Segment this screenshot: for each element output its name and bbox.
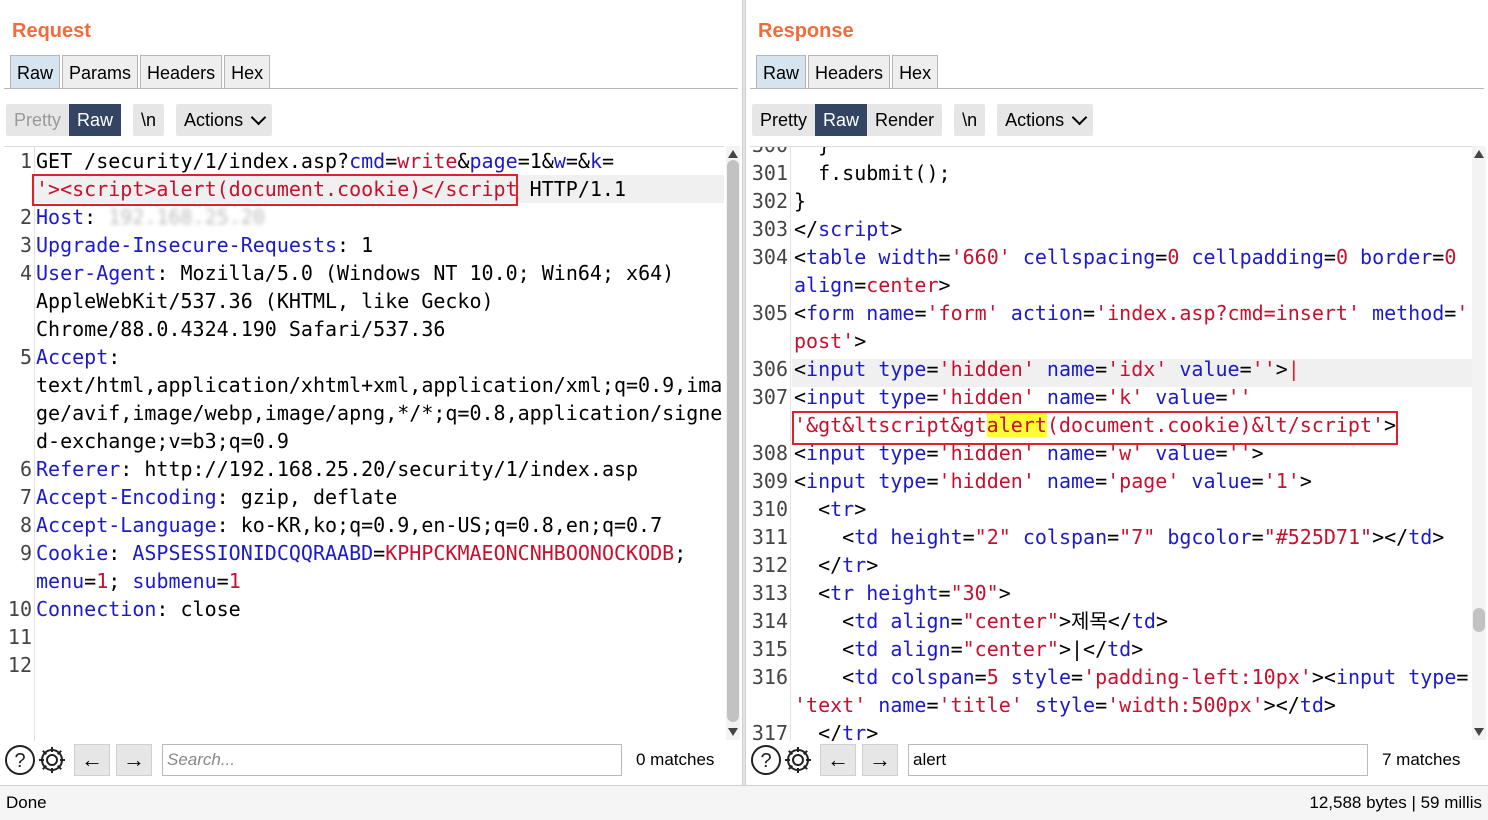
code-line: post'> <box>794 329 867 353</box>
response-newline-button[interactable]: \n <box>954 104 986 136</box>
svg-text:?: ? <box>760 750 771 772</box>
status-bar: Done 12,588 bytes | 59 millis <box>0 785 1488 820</box>
status-text: Done <box>6 793 47 812</box>
response-tabs: Raw Headers Hex <box>756 55 940 89</box>
response-match-count: 7 matches <box>1382 750 1461 769</box>
response-scrollbar[interactable] <box>1472 146 1486 740</box>
request-editor[interactable]: 1 GET /security/1/index.asp?cmd=write&pa… <box>4 146 724 741</box>
help-icon[interactable]: ? <box>750 744 782 776</box>
code-line: } <box>794 189 807 213</box>
scroll-down-icon[interactable] <box>1474 728 1484 736</box>
code-line: <td align="center">제목</td> <box>794 609 1169 633</box>
code-line: <td height="2" colspan="7" bgcolor="#525… <box>794 525 1445 549</box>
code-line: <input type='hidden' name='page' value='… <box>794 469 1312 493</box>
code-line: <td colspan=5 style='padding-left:10px'>… <box>794 665 1469 689</box>
code-line: Referer: http://192.168.25.20/security/1… <box>36 457 639 481</box>
request-pane: Request Raw Params Headers Hex Pretty Ra… <box>0 0 742 785</box>
request-scrollbar[interactable] <box>726 146 740 740</box>
response-search-bar: ? ← → 7 matches <box>750 742 1484 778</box>
response-search-input[interactable] <box>908 744 1368 776</box>
settings-gear-icon[interactable] <box>782 744 814 776</box>
response-pretty-button[interactable]: Pretty <box>752 104 815 136</box>
request-pretty-button[interactable]: Pretty <box>6 104 69 136</box>
arrow-left-icon[interactable]: ← <box>74 744 110 776</box>
request-search-bar: ? ← → 0 matches <box>4 742 738 778</box>
response-stats: 12,588 bytes | 59 millis <box>1309 793 1482 812</box>
code-line: f.submit(); <box>794 161 951 185</box>
scroll-up-icon[interactable] <box>728 150 738 158</box>
code-line: <tr height="30"> <box>794 581 1011 605</box>
code-line: Cookie: ASPSESSIONIDCQQRAABD=KPHPCKMAEON… <box>36 541 687 565</box>
response-pane: Response Raw Headers Hex Pretty Raw Rend… <box>746 0 1488 785</box>
code-line: </tr> <box>794 721 879 741</box>
code-line: GET /security/1/index.asp?cmd=write&page… <box>36 149 615 173</box>
request-tab-params[interactable]: Params <box>62 55 139 89</box>
response-render-button[interactable]: Render <box>867 104 942 136</box>
tab-divider <box>4 88 738 89</box>
response-view-mode: Pretty Raw Render <box>752 104 943 136</box>
code-line: Chrome/88.0.4324.190 Safari/537.36 <box>36 317 446 341</box>
response-actions-button[interactable]: Actions <box>997 104 1094 136</box>
response-tab-headers[interactable]: Headers <box>808 55 891 89</box>
chevron-down-icon <box>250 109 267 125</box>
code-line: d-exchange;v=b3;q=0.9 <box>36 429 289 453</box>
request-title: Request <box>12 20 91 42</box>
code-line: </tr> <box>794 553 879 577</box>
code-line: Accept: <box>36 345 121 369</box>
request-newline-button[interactable]: \n <box>133 104 165 136</box>
code-line: <table width='660' cellspacing=0 cellpad… <box>794 245 1457 269</box>
code-line: 'text' name='title' style='width:500px'>… <box>794 693 1336 717</box>
response-raw-button[interactable]: Raw <box>815 104 868 136</box>
svg-text:?: ? <box>14 750 25 772</box>
settings-gear-icon[interactable] <box>36 744 68 776</box>
code-line: Connection: close <box>36 597 241 621</box>
code-line: Accept-Language: ko-KR,ko;q=0.9,en-US;q=… <box>36 513 663 537</box>
response-tab-raw[interactable]: Raw <box>756 55 807 89</box>
request-tabs: Raw Params Headers Hex <box>10 55 272 89</box>
code-line: <input type='hidden' name='idx' value=''… <box>794 357 1300 381</box>
request-raw-button[interactable]: Raw <box>69 104 122 136</box>
code-line: AppleWebKit/537.36 (KHTML, like Gecko) <box>36 289 494 313</box>
code-line: text/html,application/xhtml+xml,applicat… <box>36 373 723 397</box>
code-line: </script> <box>794 217 903 241</box>
code-line: menu=1; submenu=1 <box>36 569 241 593</box>
request-tab-raw[interactable]: Raw <box>10 55 61 89</box>
response-editor[interactable]: 300 } 301 f.submit(); 302 } 303 </script… <box>750 146 1472 741</box>
chevron-down-icon <box>1071 109 1088 125</box>
code-line: <input type='hidden' name='k' value='' <box>794 385 1252 409</box>
scroll-down-icon[interactable] <box>728 728 738 736</box>
tab-divider <box>750 88 1484 89</box>
request-tab-headers[interactable]: Headers <box>140 55 223 89</box>
code-line: Host: 192.168.25.20 <box>36 205 265 229</box>
arrow-right-icon[interactable]: → <box>862 744 898 776</box>
response-title: Response <box>758 20 854 42</box>
code-line: User-Agent: Mozilla/5.0 (Windows NT 10.0… <box>36 261 675 285</box>
response-tab-hex[interactable]: Hex <box>892 55 939 89</box>
arrow-left-icon[interactable]: ← <box>820 744 856 776</box>
request-search-input[interactable] <box>162 744 622 776</box>
request-actions-label: Actions <box>184 110 244 130</box>
code-line: <form name='form' action='index.asp?cmd=… <box>794 301 1469 325</box>
code-line: Upgrade-Insecure-Requests: 1 <box>36 233 374 257</box>
code-line: <tr> <box>794 497 867 521</box>
response-toolbar: Pretty Raw Render \n Actions <box>752 104 1094 136</box>
code-line: <td align="center">|</td> <box>794 637 1144 661</box>
code-line: } <box>794 147 830 159</box>
request-match-count: 0 matches <box>636 750 715 769</box>
request-view-mode: Pretty Raw <box>6 104 122 136</box>
code-line: align=center> <box>794 273 951 297</box>
request-tab-hex[interactable]: Hex <box>224 55 271 89</box>
payload-highlight-box <box>32 174 518 206</box>
request-actions-button[interactable]: Actions <box>176 104 273 136</box>
arrow-right-icon[interactable]: → <box>116 744 152 776</box>
response-actions-label: Actions <box>1005 110 1065 130</box>
scroll-thumb[interactable] <box>1473 608 1485 632</box>
code-line: ge/avif,image/webp,image/apng,*/*;q=0.8,… <box>36 401 723 425</box>
scroll-up-icon[interactable] <box>1474 150 1484 158</box>
reflected-payload-highlight-box <box>792 411 1398 445</box>
help-icon[interactable]: ? <box>4 744 36 776</box>
code-line: Accept-Encoding: gzip, deflate <box>36 485 398 509</box>
scroll-thumb[interactable] <box>727 160 739 722</box>
request-toolbar: Pretty Raw \n Actions <box>6 104 273 136</box>
